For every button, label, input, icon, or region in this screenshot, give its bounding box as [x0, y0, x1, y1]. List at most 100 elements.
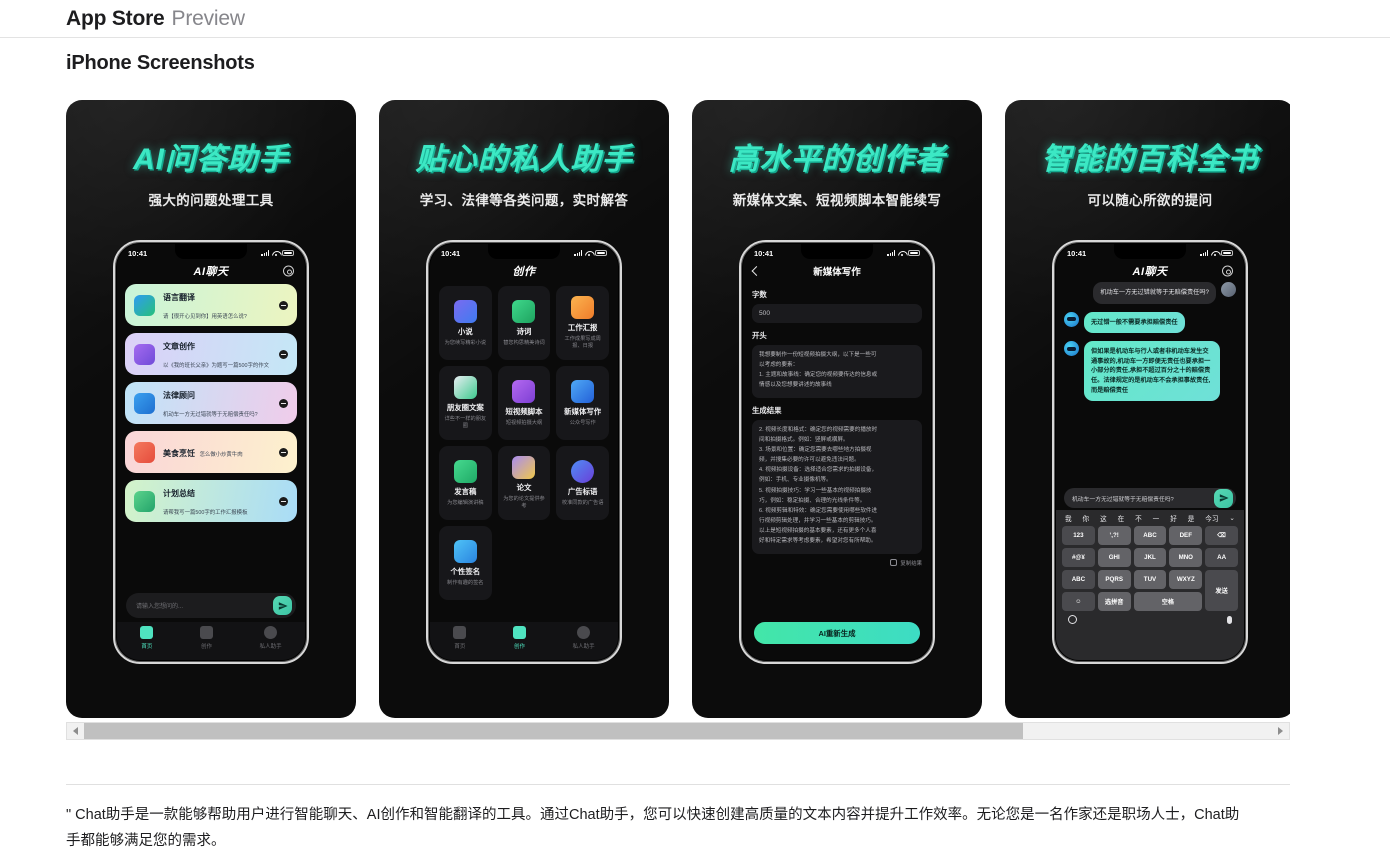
app-nav-2: 创作: [430, 261, 618, 281]
keyboard[interactable]: 我 你 这 在 不 一 好 是 今习 ⌄ 123 ʼ,?! ABC DEF ⌫ …: [1056, 510, 1244, 660]
send-icon[interactable]: [1214, 488, 1233, 508]
prediction[interactable]: 好: [1170, 513, 1177, 523]
list-item[interactable]: 文章创作 以《我的班长父亲》为题写一篇500字的作文: [125, 333, 297, 375]
key-abc[interactable]: ABC: [1133, 526, 1167, 545]
tab-create[interactable]: 创作: [199, 626, 213, 650]
key-mno[interactable]: MNO: [1169, 548, 1203, 567]
status-icons: [887, 250, 920, 257]
screenshot-card-2[interactable]: 贴心的私人助手 学习、法律等各类问题，实时解答 10:41 创作 小说 为您续写…: [379, 100, 669, 718]
scroll-left-arrow[interactable]: [67, 723, 84, 739]
tab-label: 创作: [513, 643, 525, 650]
prediction[interactable]: 是: [1188, 513, 1195, 523]
key-ghi[interactable]: GHI: [1097, 548, 1131, 567]
list-item[interactable]: 法律顾问 机动车一方无过错就等于无赔偿责任吗?: [125, 382, 297, 424]
grid-item[interactable]: 短视频脚本 短视频拍摄大纲: [497, 366, 551, 440]
prediction[interactable]: 这: [1100, 513, 1107, 523]
tab-bar-2[interactable]: 首页 创作 私人助手: [430, 622, 618, 660]
wifi-icon: [1211, 250, 1219, 257]
grid-item[interactable]: 诗词 替您构思精美诗词: [497, 286, 551, 360]
grid-item[interactable]: 工作汇报 工作成果写成周报、日报: [556, 286, 609, 360]
list-item[interactable]: 美食烹饪 怎么做小炒黄牛肉: [125, 431, 297, 473]
list-item[interactable]: 语言翻译 请【很开心见到你】用英语怎么说?: [125, 284, 297, 326]
tab-assistant[interactable]: 私人助手: [573, 626, 595, 650]
key-tuv[interactable]: TUV: [1133, 570, 1167, 589]
emoji-icon[interactable]: ☺: [1062, 592, 1095, 611]
gear-icon[interactable]: [283, 265, 294, 277]
prediction-row[interactable]: 我 你 这 在 不 一 好 是 今习 ⌄: [1059, 510, 1241, 526]
key-abc-mode[interactable]: ABC: [1062, 570, 1095, 589]
tab-home[interactable]: 首页: [140, 626, 154, 650]
tab-home[interactable]: 首页: [453, 626, 467, 650]
chat-input-bar-1[interactable]: 请输入您想问的...: [126, 593, 296, 618]
list-item[interactable]: 计划总结 请帮我写一篇500字的工作汇报模板: [125, 480, 297, 522]
arrow-icon[interactable]: [279, 300, 288, 310]
prediction[interactable]: 你: [1083, 513, 1090, 523]
key-jkl[interactable]: JKL: [1133, 548, 1167, 567]
arrow-icon[interactable]: [279, 398, 288, 408]
grid-item[interactable]: 论文 为您的论文提供参考: [497, 446, 551, 520]
prediction[interactable]: 我: [1065, 513, 1072, 523]
grid-item[interactable]: 朋友圈文案 详些不一样的朋友圈: [439, 366, 492, 440]
key-space[interactable]: 空格: [1133, 592, 1203, 611]
key-wxyz[interactable]: WXYZ: [1169, 570, 1203, 589]
key-shift[interactable]: AA: [1205, 548, 1238, 567]
screenshot-card-1[interactable]: AI问答助手 强大的问题处理工具 10:41 AI聊天 语言翻译 请【很开心见到…: [66, 100, 356, 718]
word-count-field[interactable]: 500: [752, 304, 922, 323]
key-send[interactable]: 发送: [1205, 570, 1238, 611]
grid-item[interactable]: 发言稿 为您编辑演讲稿: [439, 446, 492, 520]
tab-create[interactable]: 创作: [512, 626, 526, 650]
grid-item-desc: 工作成果写成周报、日报: [564, 336, 601, 349]
result-line: 好和特定需求等考虑要素，希望对您有所帮助。: [759, 538, 877, 545]
prediction[interactable]: 不: [1135, 513, 1142, 523]
horizontal-scrollbar[interactable]: [66, 722, 1290, 740]
grid-item-desc: 为您的论文提供参考: [503, 496, 545, 509]
tab-assistant[interactable]: 私人助手: [260, 626, 282, 650]
grid-item[interactable]: 广告标语 校准同款的广告语: [556, 446, 609, 520]
list-item-desc: 以《我的班长父亲》为题写一篇500字的作文: [163, 363, 270, 369]
chat-bubble-user: 机动车一方无过错就等于无赔偿责任吗?: [1093, 282, 1216, 304]
key-123[interactable]: 123: [1062, 526, 1095, 545]
status-time: 10:41: [128, 248, 148, 258]
arrow-icon[interactable]: [279, 496, 288, 506]
prediction[interactable]: 一: [1153, 513, 1160, 523]
grid-item[interactable]: 个性签名 制作有趣的签名: [439, 526, 492, 600]
speech-icon: [453, 459, 477, 483]
back-arrow-icon[interactable]: [751, 266, 762, 276]
scrollbar-track[interactable]: [84, 723, 1272, 739]
key-punct[interactable]: ʼ,?!: [1097, 526, 1131, 545]
key-def[interactable]: DEF: [1169, 526, 1203, 545]
screenshots-strip[interactable]: AI问答助手 强大的问题处理工具 10:41 AI聊天 语言翻译 请【很开心见到…: [66, 100, 1290, 718]
backspace-icon[interactable]: ⌫: [1205, 526, 1238, 545]
microphone-icon[interactable]: [1227, 615, 1232, 624]
keyboard-bottom-row[interactable]: [1059, 611, 1241, 624]
opening-text-box[interactable]: 我想要制作一份短视频拍摄大纲，以下是一些可 以考虑的要素： 1. 主题和故事线：…: [752, 345, 922, 398]
chevron-down-icon[interactable]: ⌄: [1229, 514, 1235, 522]
key-symbols[interactable]: #@¥: [1062, 548, 1095, 567]
key-pinyin[interactable]: 选拼音: [1097, 592, 1131, 611]
regenerate-button[interactable]: AI重新生成: [754, 622, 920, 644]
keyboard-grid[interactable]: 123 ʼ,?! ABC DEF ⌫ #@¥ GHI JKL MNO AA AB…: [1059, 526, 1241, 611]
arrow-icon[interactable]: [279, 349, 288, 359]
scroll-right-arrow[interactable]: [1272, 723, 1289, 739]
gear-icon[interactable]: [1222, 265, 1233, 277]
chat-input-bar-4[interactable]: 机动车一方无过错就等于无赔偿责任吗?: [1064, 488, 1236, 508]
globe-icon[interactable]: [1068, 615, 1077, 624]
notch: [801, 244, 873, 259]
arrow-icon[interactable]: [279, 447, 288, 457]
screenshot-card-4[interactable]: 智能的百科全书 可以随心所欲的提问 10:41 AI聊天 机动车一方无过错就等于…: [1005, 100, 1290, 718]
scrollbar-thumb[interactable]: [84, 723, 1023, 739]
grid-item-title: 论文: [516, 483, 532, 493]
tab-label: 首页: [454, 643, 466, 650]
key-pqrs[interactable]: PQRS: [1097, 570, 1131, 589]
prediction[interactable]: 今习: [1205, 513, 1218, 523]
assistant-icon: [264, 626, 278, 640]
grid-item[interactable]: 新媒体写作 公众号写作: [556, 366, 609, 440]
prediction[interactable]: 在: [1118, 513, 1125, 523]
result-text-box[interactable]: 2. 视频长度和格式：确定您的视频需要的播放时 间和拍摄格式。例如：竖屏或横屏。…: [752, 419, 922, 554]
grid-item-desc: 制作有趣的签名: [447, 579, 484, 586]
send-icon[interactable]: [273, 596, 292, 615]
grid-item[interactable]: 小说 为您续写精彩小说: [439, 286, 492, 360]
tab-bar-1[interactable]: 首页 创作 私人助手: [117, 622, 305, 660]
copy-result-button[interactable]: 复制结果: [752, 559, 922, 567]
screenshot-card-3[interactable]: 高水平的创作者 新媒体文案、短视频脚本智能续写 10:41 新媒体写作 字数 5…: [692, 100, 982, 718]
